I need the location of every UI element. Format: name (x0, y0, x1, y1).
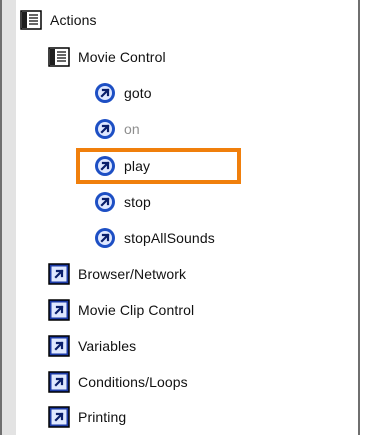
category-arrow-icon (48, 263, 70, 285)
tree-item-on[interactable]: on (94, 111, 140, 147)
tree-item-stop[interactable]: stop (94, 184, 151, 220)
tree-item-variables[interactable]: Variables (48, 328, 136, 364)
tree-item-stopallsounds[interactable]: stopAllSounds (94, 220, 215, 256)
action-arrow-icon (95, 119, 115, 139)
tree-item-label: Variables (78, 338, 137, 354)
tree-item-label: Conditions/Loops (78, 374, 188, 390)
category-arrow-icon (48, 406, 70, 428)
tree-item-label: stopAllSounds (124, 230, 215, 246)
tree-item-browser-network[interactable]: Browser/Network (48, 256, 186, 292)
tree-item-label: Actions (50, 12, 97, 28)
action-arrow-icon (95, 83, 115, 103)
panel-right-border (358, 0, 360, 435)
tree-item-label: on (124, 121, 140, 137)
tree-item-label: Browser/Network (78, 266, 187, 282)
actions-panel: Actions Movie Control goto on play stop … (0, 0, 377, 435)
tree-item-label: stop (124, 194, 151, 210)
action-arrow-icon (95, 228, 115, 248)
tree-item-label: Movie Control (78, 49, 166, 65)
tree-item-label: Printing (78, 409, 127, 425)
selection-highlight (76, 148, 241, 184)
tree-item-printing[interactable]: Printing (48, 399, 126, 435)
panel-gutter (2, 0, 16, 435)
tree-item-movie-clip-control[interactable]: Movie Clip Control (48, 292, 194, 328)
tree-item-movie-control[interactable]: Movie Control (48, 39, 166, 75)
book-icon (20, 10, 42, 30)
category-arrow-icon (48, 335, 70, 357)
book-icon (48, 47, 70, 67)
tree-item-actions[interactable]: Actions (20, 2, 97, 38)
action-arrow-icon (95, 192, 115, 212)
category-arrow-icon (48, 371, 70, 393)
tree-item-conditions-loops[interactable]: Conditions/Loops (48, 364, 188, 400)
tree-item-label: Movie Clip Control (78, 302, 195, 318)
tree-item-goto[interactable]: goto (94, 75, 152, 111)
tree-item-label: goto (124, 85, 152, 101)
category-arrow-icon (48, 299, 70, 321)
